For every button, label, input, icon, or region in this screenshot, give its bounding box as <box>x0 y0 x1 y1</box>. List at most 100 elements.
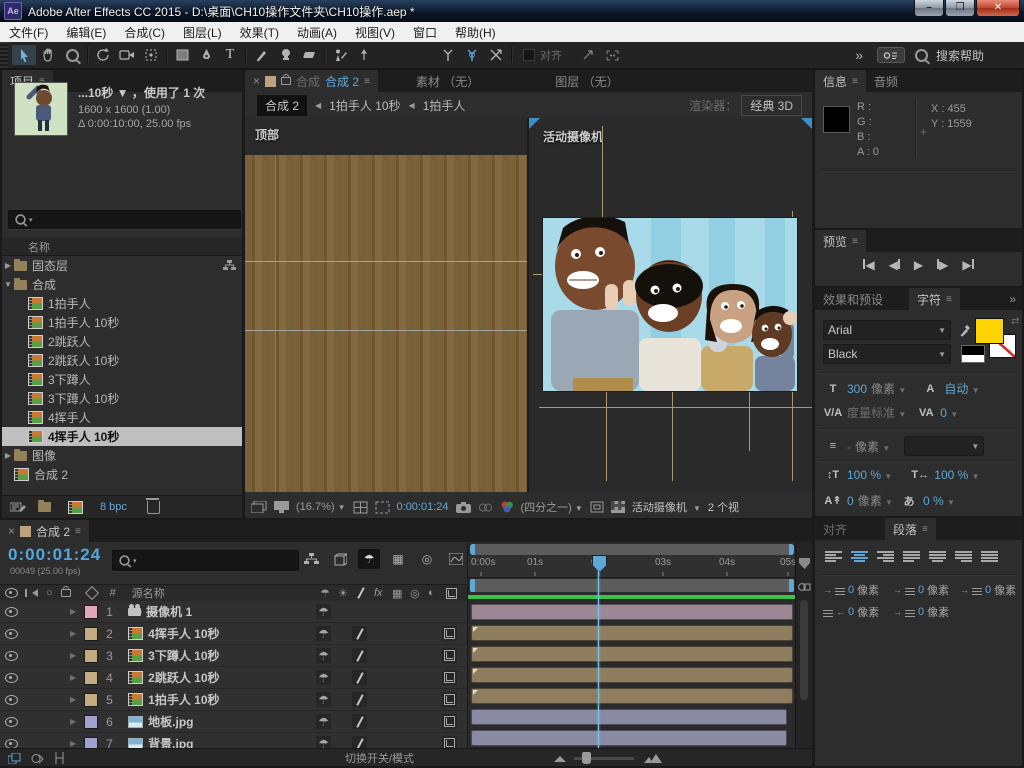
solo-column-icon[interactable]: ○ <box>46 587 53 599</box>
menu-animation[interactable]: 动画(A) <box>288 22 346 42</box>
always-preview-icon[interactable] <box>251 501 267 513</box>
character-tab[interactable]: 字符≡ <box>909 288 960 310</box>
paragraph-tab[interactable]: 段落≡ <box>885 518 936 540</box>
indent-first-line-field[interactable]: →0像素 <box>893 582 949 598</box>
mask-visibility-icon[interactable] <box>600 45 624 65</box>
crumb-comp[interactable]: 1拍手人 10秒 <box>329 97 400 114</box>
show-snapshot-icon[interactable] <box>478 502 493 513</box>
current-timecode[interactable]: 0:00:01:24 <box>8 545 101 565</box>
zoom-tool[interactable] <box>60 45 84 65</box>
layer-bar[interactable] <box>471 625 793 641</box>
timeline-tab[interactable]: × 合成 2 ≡ <box>0 520 89 542</box>
frame-blend-icon[interactable]: ▦ <box>387 549 409 569</box>
view-axis-mode[interactable] <box>484 45 508 65</box>
layer-visibility-toggle[interactable] <box>5 629 18 639</box>
renderer-value[interactable]: 经典 3D <box>741 95 802 116</box>
flowchart-icon[interactable] <box>223 260 236 271</box>
default-fill-stroke-icon[interactable] <box>961 345 985 363</box>
layer-label-chip[interactable] <box>84 715 98 729</box>
hand-tool[interactable] <box>36 45 60 65</box>
layer-visibility-toggle[interactable] <box>5 607 18 617</box>
layer-expand-arrow[interactable]: ▶ <box>70 651 76 660</box>
menu-window[interactable]: 窗口 <box>404 22 446 42</box>
indent-right-field[interactable]: →0像素 <box>960 582 1016 598</box>
layer-name[interactable]: 1拍手人 10秒 <box>148 691 219 708</box>
layer-shy-toggle[interactable]: ☂ <box>316 714 331 729</box>
close-button[interactable]: ✕ <box>976 0 1020 17</box>
type-tool[interactable]: T <box>218 45 242 65</box>
monitor-icon[interactable] <box>274 501 289 513</box>
shy-toggle-icon[interactable]: ☂ <box>358 549 380 569</box>
collapse-column-icon[interactable]: ☀ <box>338 587 348 600</box>
stroke-width-select[interactable]: -像素 ▼ <box>847 438 890 455</box>
layer-name[interactable]: 摄像机 1 <box>146 603 192 620</box>
pan-behind-tool[interactable] <box>139 45 163 65</box>
work-area-bar[interactable] <box>470 579 794 592</box>
frame-blend-column-icon[interactable]: ▦ <box>392 587 402 600</box>
brush-tool[interactable] <box>249 45 273 65</box>
interpret-footage-icon[interactable] <box>10 501 26 513</box>
label-column-icon[interactable] <box>85 586 99 600</box>
panel-menu-icon[interactable]: ≡ <box>75 526 81 537</box>
next-frame-button[interactable]: ▶ <box>937 258 948 272</box>
eraser-tool[interactable] <box>297 45 321 65</box>
layer-3d-toggle[interactable] <box>442 692 457 707</box>
workspace-switcher-icon[interactable] <box>877 47 905 63</box>
help-search[interactable]: 搜索帮助 <box>915 47 984 64</box>
safe-margins-icon[interactable] <box>375 501 390 514</box>
vertical-scrollbar[interactable] <box>800 600 808 700</box>
pen-tool[interactable] <box>194 45 218 65</box>
minimize-button[interactable]: – <box>914 0 944 17</box>
menu-file[interactable]: 文件(F) <box>0 22 57 42</box>
preview-tab[interactable]: 预览≡ <box>815 230 866 252</box>
eyedropper-icon[interactable] <box>959 323 971 337</box>
toolbar-overflow-chevron[interactable]: » <box>855 47 863 63</box>
comp-marker-icon[interactable] <box>798 582 811 593</box>
close-tab-icon[interactable]: × <box>8 524 15 538</box>
layer-label-chip[interactable] <box>84 671 98 685</box>
last-frame-button[interactable]: ▶ <box>962 258 973 272</box>
project-item-comps-folder[interactable]: ▼ 合成 <box>2 275 242 294</box>
layer-row-comp[interactable]: ▶ 5 1拍手人 10秒 ☂ <box>0 689 467 711</box>
comp-marker-bin-icon[interactable] <box>799 558 810 569</box>
work-area-end-handle[interactable] <box>789 579 794 592</box>
layer-shy-toggle[interactable]: ☂ <box>316 626 331 641</box>
leading-select[interactable]: 自动 ▼ <box>944 380 979 397</box>
font-style-select[interactable]: Black▼ <box>823 344 951 364</box>
layer-3d-toggle[interactable] <box>442 648 457 663</box>
crumb-current-comp[interactable]: 合成 2 <box>257 95 307 116</box>
layer-3d-toggle[interactable] <box>442 670 457 685</box>
previous-frame-button[interactable]: ◀ <box>889 258 900 272</box>
align-tab[interactable]: 对齐 <box>815 518 855 540</box>
panel-menu-icon[interactable]: ≡ <box>946 294 952 305</box>
motion-blur-column-icon[interactable]: ◎ <box>410 587 420 600</box>
expand-inout-icon[interactable] <box>54 752 65 764</box>
graph-editor-icon[interactable] <box>445 549 467 569</box>
shy-column-icon[interactable]: ☂ <box>320 587 330 600</box>
tracking-select[interactable]: 0 ▼ <box>940 406 958 420</box>
project-item-comp[interactable]: 1拍手人 <box>2 294 242 313</box>
panel-overflow-icon[interactable]: » <box>1009 292 1016 306</box>
project-search-input[interactable]: ▾ <box>8 210 241 229</box>
roi-icon[interactable] <box>590 501 604 513</box>
play-button[interactable]: ▶ <box>914 258 923 272</box>
delete-icon[interactable] <box>147 501 160 514</box>
expand-layer-switches-icon[interactable] <box>8 753 21 764</box>
expand-transfer-controls-icon[interactable] <box>31 753 44 764</box>
menu-view[interactable]: 视图(V) <box>346 22 404 42</box>
layer-label-chip[interactable] <box>84 693 98 707</box>
zoom-in-mountain-icon[interactable] <box>644 754 662 763</box>
threed-column-icon[interactable] <box>446 588 457 599</box>
shape-tool[interactable] <box>170 45 194 65</box>
project-item-comp-selected[interactable]: 4挥手人 10秒 <box>2 427 242 446</box>
kerning-select[interactable]: 度量标准 ▼ <box>847 404 906 421</box>
fill-color-swatch[interactable] <box>975 318 1004 344</box>
roto-brush-tool[interactable] <box>328 45 352 65</box>
layer-expand-arrow[interactable]: ▶ <box>70 695 76 704</box>
project-item-comp[interactable]: 3下蹲人 10秒 <box>2 389 242 408</box>
layer-visibility-toggle[interactable] <box>5 651 18 661</box>
number-column-icon[interactable]: # <box>110 587 116 599</box>
indent-left-field[interactable]: →0像素 <box>823 582 879 598</box>
layer-expand-arrow[interactable]: ▶ <box>70 717 76 726</box>
magnification-select[interactable]: (16.7%) ▼ <box>296 501 346 513</box>
